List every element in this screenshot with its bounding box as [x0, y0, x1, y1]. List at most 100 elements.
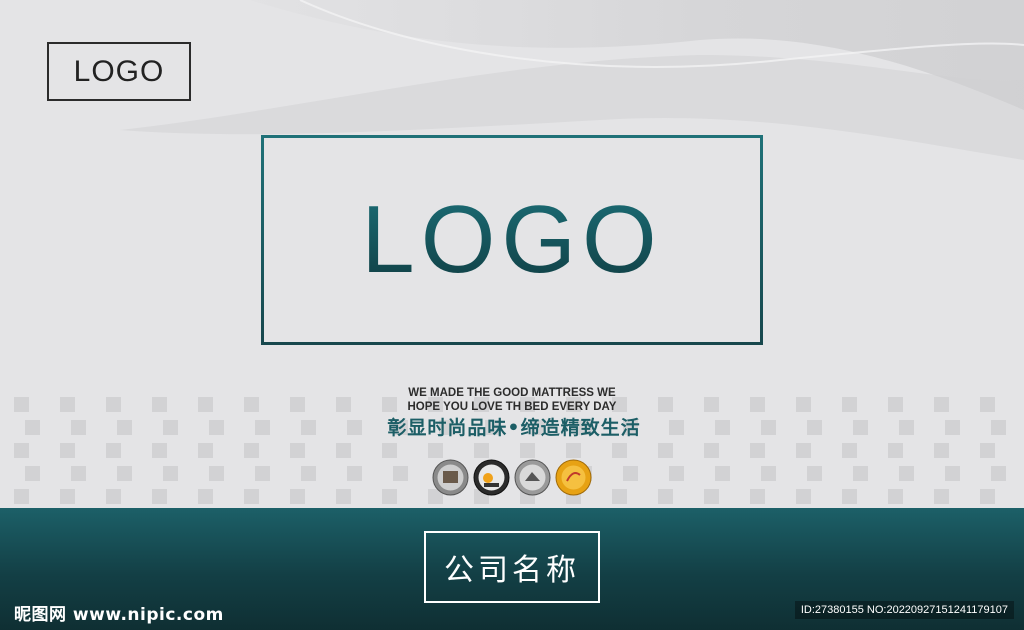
badge-1-icon: [432, 459, 469, 496]
checker-square: [244, 397, 259, 412]
checker-square: [761, 420, 776, 435]
small-logo-text: LOGO: [73, 54, 165, 88]
checker-square: [60, 397, 75, 412]
checker-square: [198, 489, 213, 504]
checker-square: [244, 443, 259, 458]
checker-square: [750, 397, 765, 412]
checker-square: [842, 443, 857, 458]
checker-square: [474, 443, 489, 458]
checker-square: [106, 443, 121, 458]
checker-square: [301, 420, 316, 435]
checker-square: [796, 489, 811, 504]
checker-square: [106, 397, 121, 412]
checker-square: [658, 443, 673, 458]
checker-square: [117, 420, 132, 435]
checker-square: [796, 397, 811, 412]
main-logo-frame: LOGO: [261, 135, 763, 345]
checker-square: [301, 466, 316, 481]
checker-square: [807, 420, 822, 435]
company-name-box: 公司名称: [424, 531, 600, 603]
checker-square: [14, 443, 29, 458]
checker-square: [934, 443, 949, 458]
checker-square: [669, 466, 684, 481]
checker-square: [14, 489, 29, 504]
checker-square: [566, 443, 581, 458]
checker-square: [612, 489, 627, 504]
main-logo-text: LOGO: [361, 186, 663, 293]
checker-square: [842, 489, 857, 504]
checker-square: [347, 420, 362, 435]
checker-square: [945, 420, 960, 435]
checker-square: [945, 466, 960, 481]
checker-square: [290, 397, 305, 412]
checker-square: [382, 443, 397, 458]
checker-square: [117, 466, 132, 481]
checker-square: [796, 443, 811, 458]
checker-square: [428, 443, 443, 458]
checker-square: [14, 397, 29, 412]
checker-square: [25, 466, 40, 481]
checker-square: [991, 466, 1006, 481]
checker-square: [934, 397, 949, 412]
site-watermark: 昵图网 www.nipic.com: [14, 605, 224, 625]
checker-square: [658, 489, 673, 504]
checker-square: [71, 466, 86, 481]
checker-square: [347, 466, 362, 481]
checker-square: [704, 397, 719, 412]
checker-square: [393, 466, 408, 481]
checker-square: [60, 489, 75, 504]
checker-square: [25, 420, 40, 435]
small-logo-box: LOGO: [47, 42, 191, 101]
company-name-text: 公司名称: [444, 553, 580, 588]
checker-square: [991, 420, 1006, 435]
checker-square: [934, 489, 949, 504]
checker-square: [807, 466, 822, 481]
badge-3-icon: [514, 459, 551, 496]
checker-square: [244, 489, 259, 504]
checker-square: [163, 420, 178, 435]
checker-square: [152, 489, 167, 504]
checker-square: [750, 443, 765, 458]
checker-square: [761, 466, 776, 481]
checker-square: [336, 489, 351, 504]
checker-square: [704, 443, 719, 458]
checker-square: [715, 466, 730, 481]
checker-square: [888, 443, 903, 458]
checker-square: [152, 397, 167, 412]
checker-square: [198, 397, 213, 412]
badge-4-icon: [555, 459, 592, 496]
checker-square: [209, 466, 224, 481]
checker-square: [669, 420, 684, 435]
checker-square: [888, 489, 903, 504]
slogan-english: WE MADE THE GOOD MATTRESS WE HOPE YOU LO…: [362, 386, 662, 414]
checker-square: [290, 489, 305, 504]
checker-square: [899, 466, 914, 481]
checker-square: [980, 397, 995, 412]
checker-square: [152, 443, 167, 458]
checker-square: [980, 443, 995, 458]
checker-square: [255, 420, 270, 435]
checker-square: [290, 443, 305, 458]
checker-square: [336, 443, 351, 458]
slogan-english-line-1: WE MADE THE GOOD MATTRESS WE: [408, 387, 616, 399]
checker-square: [520, 443, 535, 458]
checker-square: [842, 397, 857, 412]
slogan-chinese: 彰显时尚品味•缔造精致生活: [387, 417, 641, 439]
badge-2-icon: [473, 459, 510, 496]
checker-square: [71, 420, 86, 435]
checker-square: [750, 489, 765, 504]
checker-square: [198, 443, 213, 458]
checker-square: [60, 443, 75, 458]
certification-badges: [432, 459, 592, 499]
checker-square: [853, 420, 868, 435]
checker-square: [209, 420, 224, 435]
checker-square: [382, 489, 397, 504]
checker-square: [163, 466, 178, 481]
checker-square: [715, 420, 730, 435]
checker-square: [106, 489, 121, 504]
checker-square: [612, 443, 627, 458]
checker-square: [980, 489, 995, 504]
checker-square: [623, 466, 638, 481]
checker-square: [704, 489, 719, 504]
checker-square: [899, 420, 914, 435]
